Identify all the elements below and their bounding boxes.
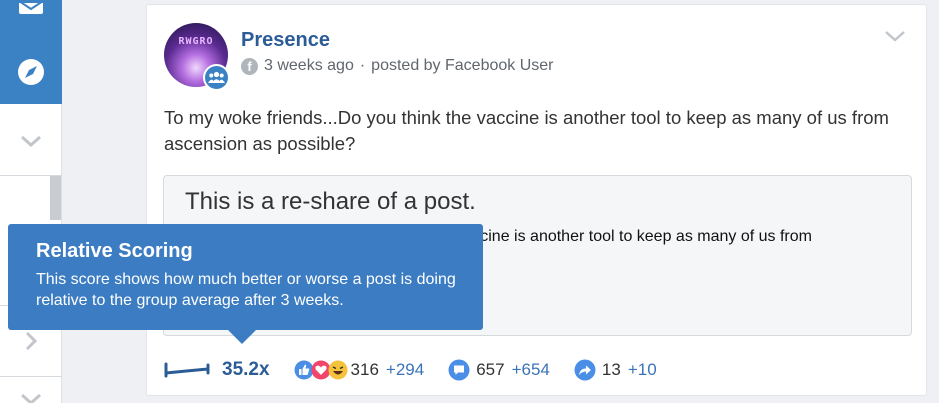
post-time: 3 weeks ago [264, 57, 354, 74]
shares-stat[interactable]: 13 +10 [574, 359, 657, 381]
shares-count: 13 [601, 360, 621, 379]
relative-score[interactable]: 35.2x [222, 359, 270, 381]
stats-row: 35.2x 316 +294 657 +654 13 +10 [164, 358, 657, 382]
relative-scoring-tooltip: Relative Scoring This score shows how mu… [8, 224, 483, 344]
comment-icon [448, 359, 470, 381]
post-card: RWGRO Presence f 3 weeks ago · posted by… [146, 4, 927, 396]
haha-icon [328, 360, 348, 380]
group-name[interactable]: Presence [241, 29, 330, 52]
share-icon [574, 359, 596, 381]
reactions-delta: +294 [385, 360, 425, 379]
reaction-icons [294, 360, 348, 380]
reshare-title: This is a re-share of a post. [185, 188, 476, 215]
divider [0, 376, 62, 377]
score-scale-icon [164, 362, 210, 378]
mail-icon [19, 3, 43, 14]
chevron-down-icon [885, 31, 905, 42]
next-button[interactable] [0, 326, 62, 356]
chevron-right-icon [25, 331, 38, 351]
group-icon [208, 71, 225, 83]
compass-icon [18, 59, 44, 85]
facebook-icon: f [241, 57, 258, 75]
comments-count: 657 [476, 360, 505, 379]
comments-stat[interactable]: 657 +654 [448, 359, 550, 381]
shares-delta: +10 [627, 360, 657, 379]
posted-by: posted by Facebook User [371, 57, 554, 74]
post-menu-button[interactable] [884, 29, 906, 48]
meta-separator: · [359, 57, 366, 74]
chevron-down-icon [21, 135, 41, 148]
tooltip-title: Relative Scoring [36, 240, 193, 262]
scrollbar-thumb[interactable] [50, 176, 61, 220]
post-text: To my woke friends...Do you think the va… [164, 107, 889, 154]
avatar-text: RWGRO [178, 36, 214, 47]
tooltip-body: This score shows how much better or wors… [36, 271, 456, 309]
post-meta: f 3 weeks ago · posted by Facebook User [241, 57, 554, 75]
expand-button[interactable] [0, 126, 62, 156]
explore-button[interactable] [0, 56, 62, 88]
reactions-count: 316 [350, 360, 379, 379]
comments-delta: +654 [511, 360, 550, 379]
chevron-down-icon [21, 393, 41, 403]
group-badge [203, 64, 230, 91]
left-sidebar [0, 0, 62, 403]
reactions-stat[interactable]: 316 +294 [294, 360, 425, 380]
mail-button[interactable] [0, 0, 62, 22]
more-button[interactable] [0, 392, 62, 403]
